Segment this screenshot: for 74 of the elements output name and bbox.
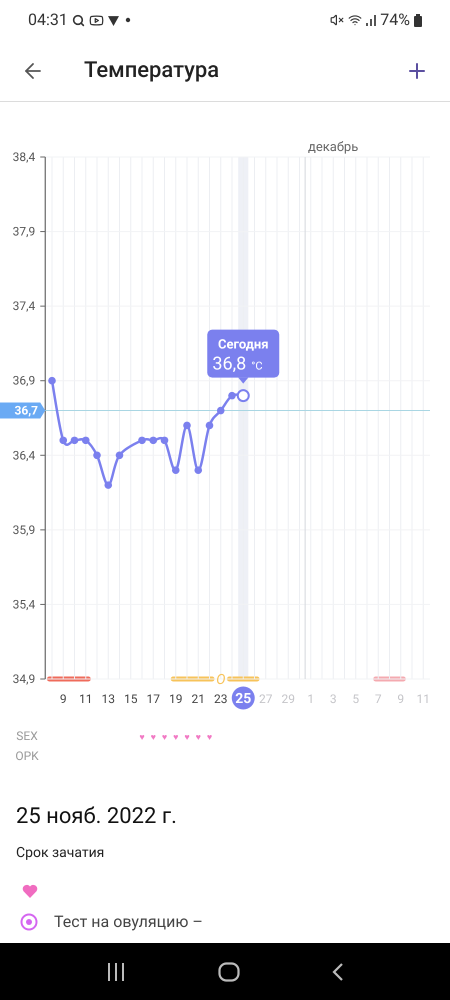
row-label: SEX [16,729,38,743]
axis-tick-label: 15 [124,692,138,706]
data-point[interactable] [116,451,124,460]
cycle-phase: Срок зачатия [16,844,106,863]
axis-tick-label: 5 [352,692,360,706]
search-icon [72,14,85,26]
data-point[interactable] [228,392,236,400]
heart-mark: ♥ [139,733,145,743]
axis-tick-label: 1 [307,692,314,706]
current-value-marker: 36,7 [0,402,46,419]
wifi-icon [348,13,362,27]
battery-percent: 74% [380,9,410,31]
axis-tick-label: 9 [397,692,404,706]
data-point[interactable] [160,436,168,444]
data-point[interactable] [93,451,101,460]
data-point[interactable] [104,481,112,489]
ovulation-test-label: Тест на овуляцию – [54,911,203,933]
axis-tick-label: 19 [169,692,182,706]
axis-tick-label: 29 [282,692,295,706]
today-date-badge[interactable]: 25 [232,686,255,710]
axis-tick-label: 38,4 [12,150,36,164]
heart-mark: ♥ [196,733,201,743]
data-point[interactable] [59,436,68,444]
signal-icon [366,14,376,26]
data-point[interactable] [194,466,202,474]
mute-icon [330,13,344,27]
heart-mark: ♥ [184,733,190,743]
heart-mark: ♥ [206,733,212,743]
axis-tick-label: 21 [192,692,205,706]
data-point[interactable] [149,436,158,444]
data-point[interactable] [48,376,56,385]
axis-tick-label: 23 [214,692,228,706]
axis-tick-label: 27 [259,692,272,706]
ovulation-marker: O [216,672,226,688]
axis-tick-label: 11 [416,692,430,706]
data-point[interactable] [236,389,250,402]
axis-tick-label: 36,9 [12,374,36,388]
home-icon[interactable] [218,962,240,982]
radio-target-icon [20,913,38,931]
back-nav-icon[interactable] [332,962,344,982]
page-title: Температура [84,57,220,85]
row-label: OPK [15,749,39,763]
heart-mark: ♥ [150,733,156,743]
axis-tick-label: 36,4 [12,448,36,462]
axis-tick-label: 37,4 [12,299,36,314]
axis-tick-label: 9 [60,692,67,706]
data-point[interactable] [82,436,90,444]
battery-icon [414,14,422,26]
recent-apps-icon[interactable] [106,962,126,980]
axis-tick-label: 3 [330,692,337,706]
ref-line-label: 36,7 [14,404,38,418]
axis-tick-label: 37,9 [12,224,36,239]
video-icon [88,12,104,28]
data-point[interactable] [216,406,225,414]
data-point[interactable] [172,466,180,474]
data-point[interactable] [138,436,146,444]
heart-icon [22,884,38,898]
heart-mark: ♥ [173,733,178,743]
data-point[interactable] [70,436,78,444]
axis-tick-label: 34,9 [12,672,36,686]
status-time: 04:31 [28,9,68,31]
heart-mark: ♥ [162,733,168,743]
axis-tick-label: 17 [146,692,160,706]
today-tooltip: Сегодня 36,8 °C [207,330,280,384]
axis-tick-label: 35,9 [12,522,36,537]
axis-tick-label: 13 [102,692,115,706]
axis-tick-label: 7 [374,692,382,706]
selected-date: 25 нояб. 2022 г. [16,803,178,831]
month-label: декабрь [308,140,358,155]
axis-tick-label: 35,4 [12,597,36,612]
axis-tick-label: 11 [79,692,92,706]
x-tick-label: 25 [235,691,252,707]
data-point[interactable] [206,422,214,430]
data-point[interactable] [183,422,191,430]
